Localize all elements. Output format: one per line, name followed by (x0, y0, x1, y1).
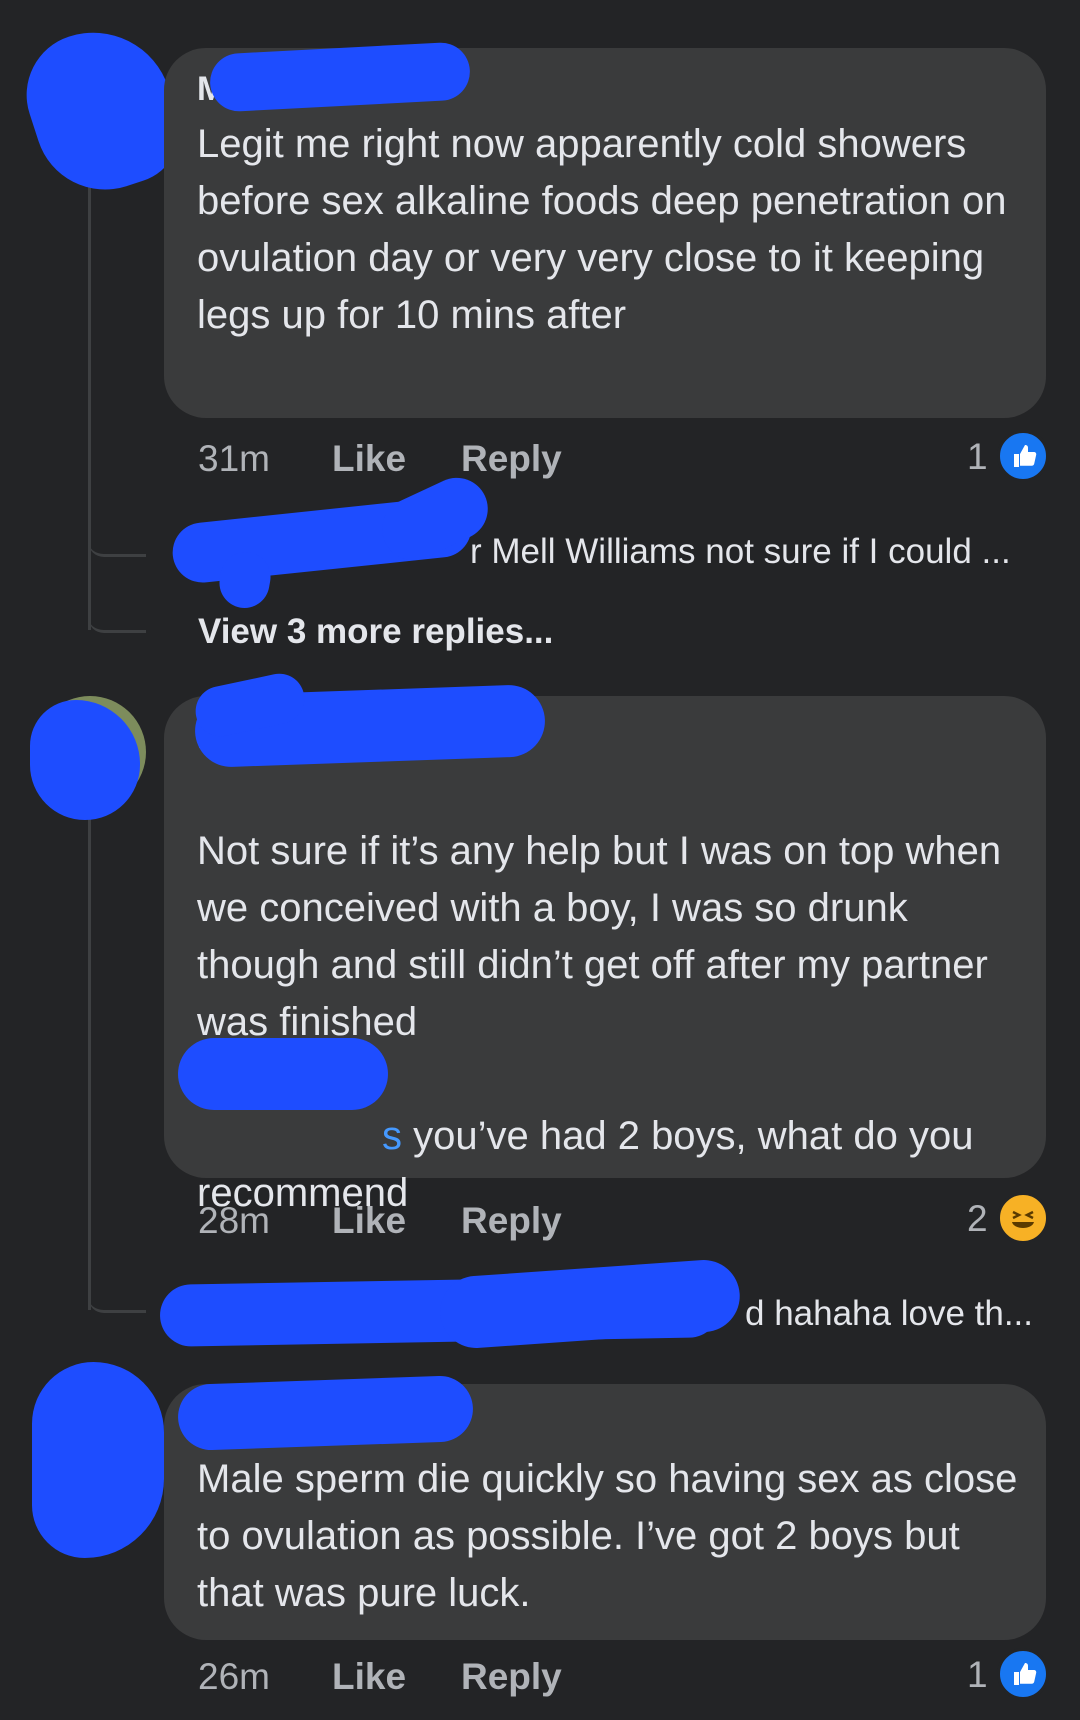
comment-text: Male sperm die quickly so having sex as … (197, 1457, 1018, 1615)
comment-time[interactable]: 31m (198, 438, 270, 480)
comment-time[interactable]: 28m (198, 1200, 270, 1242)
comment-text: s you’ve had 2 boys, what do you recomme… (197, 1051, 1027, 1222)
like-button[interactable]: Like (332, 1656, 406, 1698)
reply-button[interactable]: Reply (461, 1200, 562, 1242)
reply-preview[interactable]: r Mell Williams not sure if I could ... (470, 532, 1011, 572)
reaction-count[interactable]: 2 (967, 1198, 988, 1240)
thumbs-up-icon (997, 1648, 1049, 1700)
redaction-scribble (32, 1362, 164, 1558)
reply-branch (88, 1260, 146, 1313)
like-button[interactable]: Like (332, 438, 406, 480)
comment-time[interactable]: 26m (198, 1656, 270, 1698)
reaction-count[interactable]: 1 (967, 436, 988, 478)
like-button[interactable]: Like (332, 1200, 406, 1242)
reply-button[interactable]: Reply (461, 438, 562, 480)
laughing-icon (997, 1192, 1049, 1244)
reply-branch (88, 560, 146, 633)
comment-text: Legit me right now apparently cold showe… (197, 122, 1007, 337)
thumbs-up-icon (997, 430, 1049, 482)
reply-button[interactable]: Reply (461, 1656, 562, 1698)
comment-text-part: Not sure if it’s any help but I was on t… (197, 829, 1002, 1044)
reaction-count[interactable]: 1 (967, 1654, 988, 1696)
thread-line (88, 810, 91, 1310)
mention-tag[interactable]: s (382, 1114, 402, 1158)
redaction-scribble (176, 1374, 475, 1452)
view-more-replies-link[interactable]: View 3 more replies... (198, 612, 553, 652)
reply-preview[interactable]: d hahaha love th... (745, 1294, 1033, 1334)
reply-branch (88, 500, 146, 557)
